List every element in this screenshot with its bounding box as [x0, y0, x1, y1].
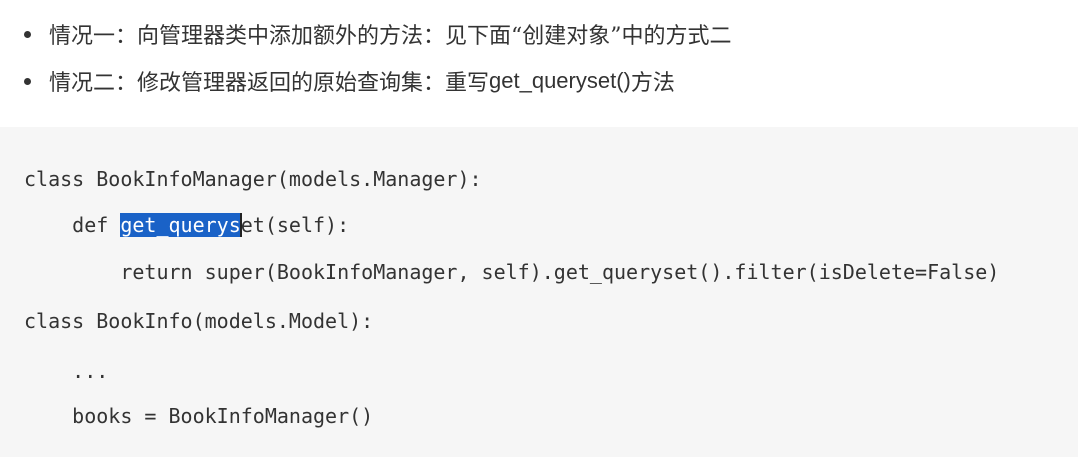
bullet-text-2-code: get_queryset()	[489, 68, 631, 93]
bullet-text-2-before: 情况二：修改管理器返回的原始查询集：重写	[49, 71, 490, 96]
code-line-5[interactable]: ...	[24, 356, 108, 386]
code-line-4[interactable]: class BookInfo(models.Model):	[24, 306, 373, 336]
bullet-item-2: 情况二：修改管理器返回的原始查询集：重写 get_queryset() 方法	[24, 64, 675, 98]
selected-text[interactable]: get_querys	[120, 213, 241, 237]
code-line-2-rest: et(self):	[240, 213, 350, 237]
code-block[interactable]: class BookInfoManager(models.Manager): d…	[0, 127, 1078, 457]
code-def-keyword: def	[72, 213, 121, 237]
bullet-text-1: 情况一：向管理器类中添加额外的方法：见下面“创建对象”中的方式二	[49, 24, 732, 49]
bullet-dot-icon	[24, 77, 31, 85]
bullet-item-1: 情况一：向管理器类中添加额外的方法：见下面“创建对象”中的方式二	[24, 17, 732, 51]
bullet-dot-icon	[24, 30, 31, 38]
bullet-list: 情况一：向管理器类中添加额外的方法：见下面“创建对象”中的方式二 情况二：修改管…	[0, 0, 1084, 125]
code-line-6[interactable]: books = BookInfoManager()	[24, 401, 373, 431]
code-line-3[interactable]: return super(BookInfoManager, self).get_…	[24, 257, 999, 287]
bullet-text-2-after: 方法	[630, 71, 675, 96]
code-line-2[interactable]: def get_querys et(self):	[24, 210, 349, 240]
code-line-1[interactable]: class BookInfoManager(models.Manager):	[24, 164, 482, 194]
